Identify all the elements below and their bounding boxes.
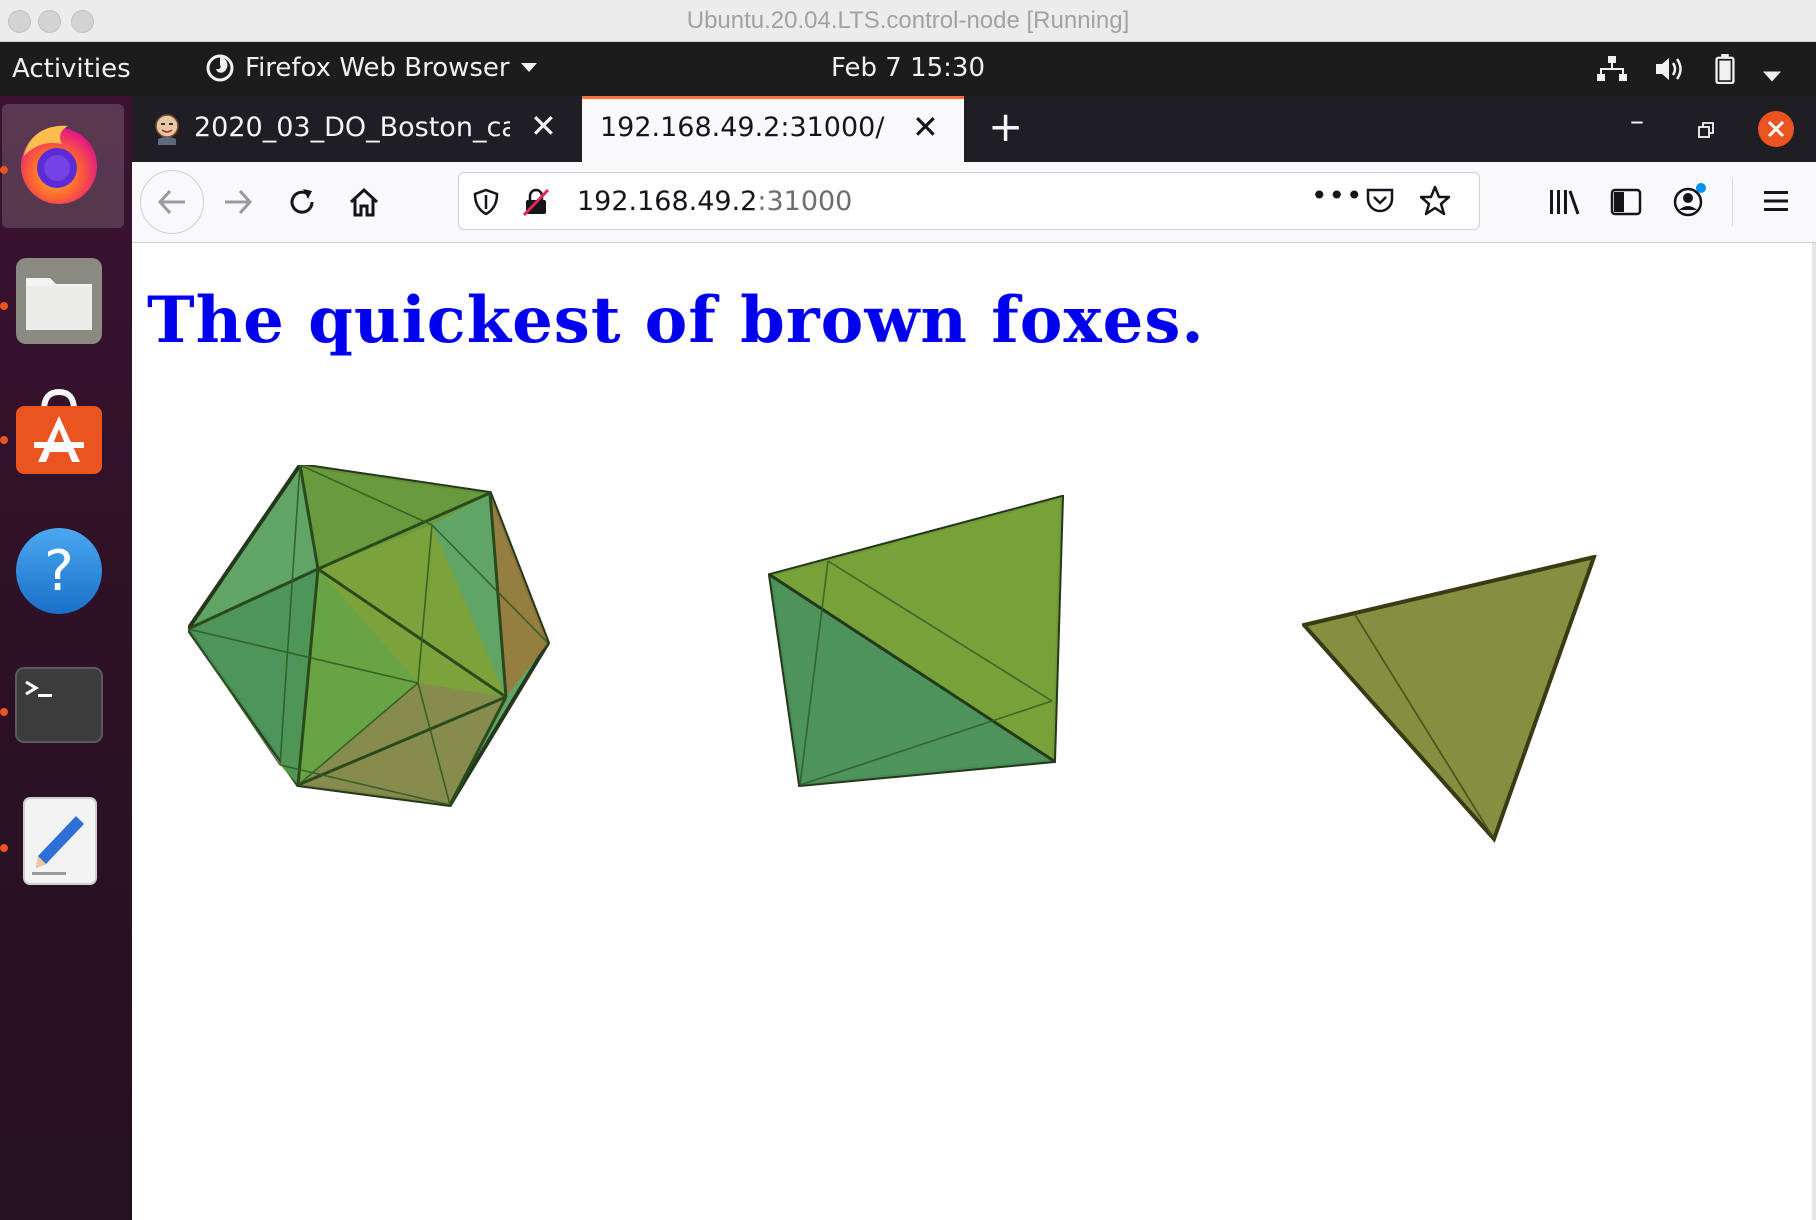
system-menu-chevron-icon[interactable]: [1762, 62, 1782, 92]
url-text[interactable]: 192.168.49.2:31000: [577, 186, 852, 217]
browser-tab-bar: 2020_03_DO_Boston_ca ✕ 192.168.49.2:3100…: [132, 96, 1816, 162]
tab-active-localhost[interactable]: 192.168.49.2:31000/ ✕: [582, 96, 964, 162]
close-tab-icon[interactable]: ✕: [912, 111, 939, 143]
back-button[interactable]: [140, 170, 204, 234]
running-indicator: [0, 844, 8, 852]
arrow-right-icon: [225, 189, 253, 215]
tab-boston[interactable]: 2020_03_DO_Boston_ca ✕: [132, 96, 578, 162]
page-actions-menu-icon[interactable]: •••: [1311, 179, 1364, 212]
close-tab-icon[interactable]: ✕: [530, 110, 557, 142]
page-heading: The quickest of brown foxes.: [147, 283, 1205, 358]
battery-icon[interactable]: [1714, 54, 1736, 84]
browser-nav-toolbar: 192.168.49.2:31000 •••: [132, 162, 1816, 243]
hamburger-menu-icon[interactable]: [1762, 188, 1790, 214]
firefox-icon[interactable]: [14, 118, 104, 208]
url-port: :31000: [757, 186, 853, 217]
close-browser-button[interactable]: [1758, 111, 1794, 147]
vm-window-titlebar: Ubuntu.20.04.LTS.control-node [Running]: [0, 0, 1816, 42]
pocket-icon[interactable]: [1365, 187, 1395, 215]
icosahedron-shape: [188, 465, 551, 808]
tab-label: 192.168.49.2:31000/: [600, 112, 885, 143]
ubuntu-top-bar: Activities Firefox Web Browser Feb 7 15:…: [0, 42, 1816, 96]
page-content: The quickest of brown foxes.: [132, 243, 1816, 1220]
library-icon[interactable]: [1548, 188, 1580, 216]
running-indicator: [0, 302, 8, 310]
minimize-browser-button[interactable]: –: [1630, 104, 1644, 137]
insecure-lock-icon[interactable]: [521, 187, 551, 217]
reload-icon: [290, 189, 314, 214]
running-indicator: [0, 166, 8, 174]
tab-label: 2020_03_DO_Boston_ca: [194, 112, 510, 143]
help-icon[interactable]: ?: [14, 526, 104, 616]
clock[interactable]: Feb 7 15:30: [0, 53, 1816, 83]
network-icon[interactable]: [1596, 54, 1628, 84]
running-indicator: [0, 436, 8, 444]
terminal-icon[interactable]: [14, 662, 104, 752]
url-bar[interactable]: 192.168.49.2:31000 •••: [458, 172, 1480, 230]
text-editor-icon[interactable]: [14, 796, 104, 886]
forward-button[interactable]: [212, 176, 264, 228]
new-tab-button[interactable]: +: [988, 102, 1023, 151]
octahedron-shape: [768, 495, 1065, 788]
ubuntu-dock: ?: [0, 96, 132, 1220]
running-indicator: [0, 708, 8, 716]
jenkins-favicon-icon: [155, 114, 179, 145]
home-button[interactable]: [338, 176, 390, 228]
scrollbar-track[interactable]: [1812, 243, 1816, 1220]
url-host: 192.168.49.2: [577, 186, 758, 217]
shield-icon[interactable]: [473, 188, 499, 216]
home-icon: [349, 187, 379, 217]
files-icon[interactable]: [14, 256, 104, 346]
restore-browser-button[interactable]: [1698, 122, 1714, 138]
svg-text:?: ?: [44, 539, 74, 604]
sidebar-toggle-icon[interactable]: [1610, 188, 1642, 216]
toolbar-separator: [1732, 178, 1733, 226]
reload-button[interactable]: [276, 176, 328, 228]
arrow-left-icon: [157, 189, 185, 215]
account-icon[interactable]: [1672, 182, 1708, 218]
tetrahedron-shape: [1302, 555, 1597, 843]
vm-window-title: Ubuntu.20.04.LTS.control-node [Running]: [686, 7, 1130, 34]
ubuntu-software-icon[interactable]: [14, 388, 104, 478]
bookmark-star-icon[interactable]: [1419, 185, 1451, 217]
volume-icon[interactable]: [1654, 54, 1686, 84]
